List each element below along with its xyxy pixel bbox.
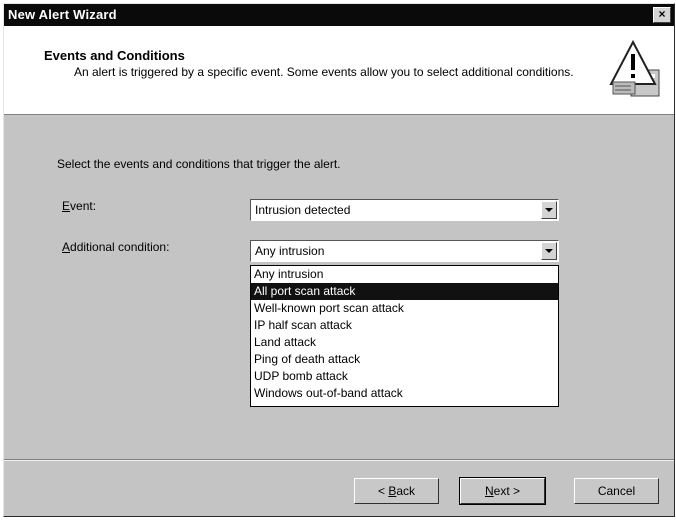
page-description: An alert is triggered by a specific even…: [74, 65, 574, 79]
dropdown-option-all-port-scan[interactable]: All port scan attack: [251, 283, 558, 300]
dropdown-option-well-known-port-scan[interactable]: Well-known port scan attack: [251, 300, 558, 317]
close-icon: ×: [658, 7, 666, 21]
event-select[interactable]: Intrusion detected: [250, 199, 559, 221]
wizard-window: New Alert Wizard × Events and Conditions…: [3, 3, 675, 517]
dropdown-option-ip-half-scan[interactable]: IP half scan attack: [251, 317, 558, 334]
condition-dropdown-button[interactable]: [541, 242, 557, 260]
dropdown-option-udp-bomb[interactable]: UDP bomb attack: [251, 368, 558, 385]
warning-icon: [609, 39, 660, 97]
event-select-value: Intrusion detected: [255, 203, 351, 217]
condition-dropdown-list[interactable]: Any intrusion All port scan attack Well-…: [250, 265, 559, 407]
title-bar[interactable]: New Alert Wizard ×: [4, 4, 674, 26]
back-button[interactable]: < Back: [354, 478, 439, 504]
dropdown-option-ping-of-death[interactable]: Ping of death attack: [251, 351, 558, 368]
instruction-text: Select the events and conditions that tr…: [57, 157, 341, 171]
footer-divider: [4, 459, 674, 461]
event-dropdown-button[interactable]: [541, 201, 557, 219]
page-title: Events and Conditions: [44, 48, 185, 63]
dropdown-option-windows-oob[interactable]: Windows out-of-band attack: [251, 385, 558, 402]
dropdown-option-land-attack[interactable]: Land attack: [251, 334, 558, 351]
cancel-button[interactable]: Cancel: [574, 478, 659, 504]
next-button[interactable]: Next >: [459, 477, 546, 505]
event-label: Event:: [62, 199, 97, 213]
wizard-header: Events and Conditions An alert is trigge…: [4, 26, 674, 115]
condition-select[interactable]: Any intrusion: [250, 240, 559, 262]
close-button[interactable]: ×: [653, 7, 671, 23]
condition-label: Additional condition:: [62, 240, 170, 254]
condition-select-value: Any intrusion: [255, 244, 325, 258]
dropdown-option-any-intrusion[interactable]: Any intrusion: [251, 266, 558, 283]
chevron-down-icon: [545, 208, 553, 212]
window-title: New Alert Wizard: [8, 7, 117, 22]
chevron-down-icon: [545, 249, 553, 253]
